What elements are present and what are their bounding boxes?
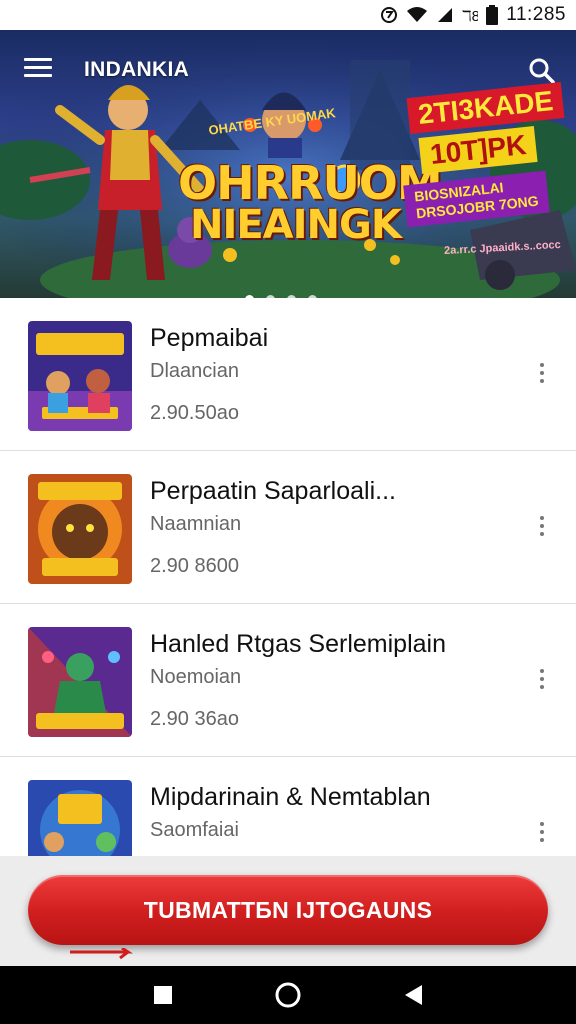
svg-text:ℸ8: ℸ8 <box>462 8 478 24</box>
game-thumbnail <box>28 474 132 584</box>
game-title: Perpaatin Saparloali... <box>150 477 396 505</box>
cta-area: TUBMATTБN IJTOGAUNS <box>0 856 576 966</box>
game-title: Hanled Rtgas Serlemiplain <box>150 630 446 658</box>
more-options-icon[interactable] <box>532 664 552 694</box>
wifi-icon <box>406 6 428 24</box>
data-icon: ℸ8 <box>462 6 478 24</box>
status-time: 11:285 <box>506 4 566 25</box>
hero-title-line2: NIEAINGK <box>190 202 402 248</box>
primary-cta-button[interactable]: TUBMATTБN IJTOGAUNS <box>28 875 548 945</box>
game-subtitle: Saomfaiai <box>150 819 239 841</box>
status-bar: ℸ8 11:285 <box>0 0 576 30</box>
game-list: Pepmaibai Dlaancian 2.90.50ao Perpaatin … <box>0 298 576 856</box>
list-item[interactable]: Perpaatin Saparloali... Naamnian 2.90 86… <box>0 451 576 604</box>
game-thumbnail <box>28 627 132 737</box>
game-subtitle: Naamnian <box>150 513 242 535</box>
battery-icon <box>486 5 499 25</box>
game-subtitle: Noemoian <box>150 666 242 688</box>
arrow-icon <box>70 948 133 960</box>
game-price: 2.90.50ao <box>150 402 239 424</box>
more-options-icon[interactable] <box>532 817 552 847</box>
system-nav-bar <box>0 966 576 1024</box>
game-price: 2.90 8600 <box>150 555 239 577</box>
hero-banner[interactable]: INDANKIA OHATBE KY UOMAK OHRRUOM NIEAING… <box>0 30 576 298</box>
game-subtitle: Dlaancian <box>150 360 239 382</box>
recents-button[interactable] <box>143 975 183 1015</box>
signal-icon <box>436 6 454 24</box>
more-options-icon[interactable] <box>532 358 552 388</box>
list-item[interactable]: Hanled Rtgas Serlemiplain Noemoian 2.90 … <box>0 604 576 757</box>
more-options-icon[interactable] <box>532 511 552 541</box>
notification-icon <box>380 6 398 24</box>
app-title: INDANKIA <box>84 58 190 81</box>
back-button[interactable] <box>393 975 433 1015</box>
list-item[interactable]: Mipdarinain & Nemtablan Saomfaiai <box>0 757 576 856</box>
game-title: Mipdarinain & Nemtablan <box>150 783 431 811</box>
menu-button[interactable] <box>24 58 52 82</box>
game-thumbnail <box>28 780 132 856</box>
game-thumbnail <box>28 321 132 431</box>
search-icon[interactable] <box>527 56 557 86</box>
list-item[interactable]: Pepmaibai Dlaancian 2.90.50ao <box>0 298 576 451</box>
game-price: 2.90 36ao <box>150 708 239 730</box>
game-title: Pepmaibai <box>150 324 269 352</box>
home-button[interactable] <box>268 975 308 1015</box>
